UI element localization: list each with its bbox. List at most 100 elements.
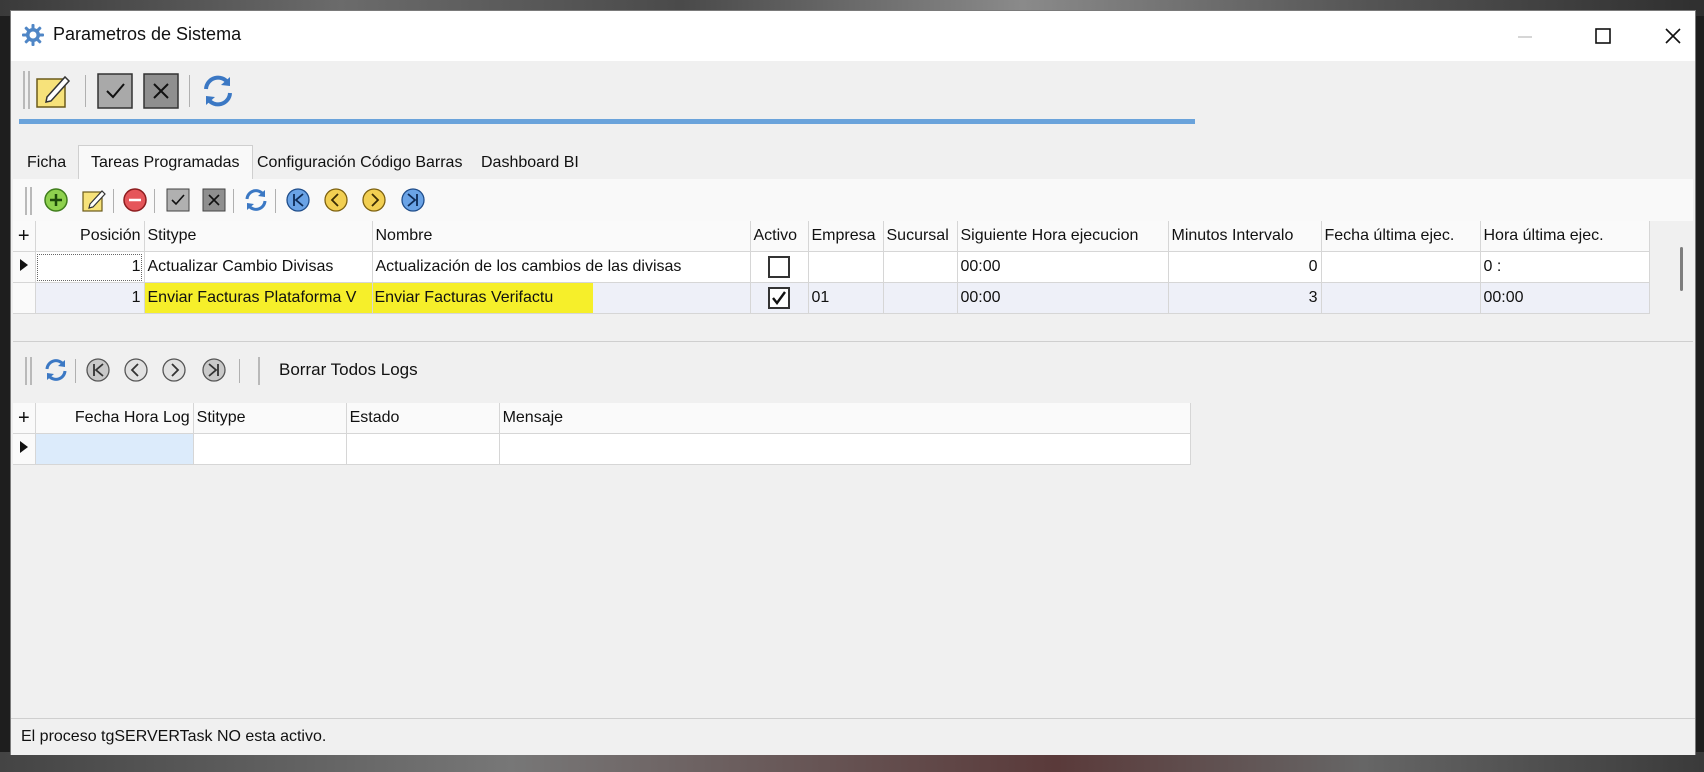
column-header-siguiente-hora[interactable]: Siguiente Hora ejecucion: [957, 221, 1169, 252]
cell-nombre[interactable]: Enviar Facturas Verifactu: [372, 282, 751, 314]
cancel-edit-button[interactable]: [201, 187, 227, 213]
triangle-right-icon: [19, 258, 28, 271]
add-column-button[interactable]: +: [13, 403, 36, 434]
desktop-background-bottom: [0, 752, 1704, 772]
refresh-button[interactable]: [199, 73, 235, 109]
log-first-button[interactable]: [85, 357, 111, 383]
cell-sucursal[interactable]: [883, 251, 958, 283]
cell-stitype[interactable]: Enviar Facturas Plataforma V: [144, 282, 373, 314]
toolbar-grip: [25, 357, 32, 385]
cell-hora-ultima[interactable]: 00:00: [1480, 282, 1650, 314]
cell-nombre[interactable]: Actualización de los cambios de las divi…: [372, 251, 751, 283]
log-prev-button[interactable]: [123, 357, 149, 383]
active-checkbox[interactable]: [768, 287, 790, 309]
column-header-empresa[interactable]: Empresa: [808, 221, 884, 252]
table-row[interactable]: 1 Actualizar Cambio Divisas Actualizació…: [13, 251, 1650, 283]
cell-fecha-hora-log[interactable]: [35, 433, 194, 465]
cell-fecha-ultima[interactable]: [1321, 282, 1481, 314]
grid-header-row: + Fecha Hora Log Stitype Estado Mensaje: [13, 403, 1192, 434]
vertical-scrollbar[interactable]: [1673, 221, 1693, 341]
add-column-button[interactable]: +: [13, 221, 36, 252]
refresh-log-button[interactable]: [43, 357, 69, 383]
prev-record-button[interactable]: [323, 187, 349, 213]
column-header-estado[interactable]: Estado: [346, 403, 500, 434]
refresh-grid-button[interactable]: [243, 187, 269, 213]
column-header-mensaje[interactable]: Mensaje: [499, 403, 1192, 434]
x-icon: [143, 73, 179, 109]
log-grid: + Fecha Hora Log Stitype Estado Mensaje: [13, 403, 1192, 465]
last-record-button[interactable]: [400, 187, 426, 213]
active-checkbox[interactable]: [768, 256, 790, 278]
tab-strip: Ficha Tareas Programadas Configuración C…: [11, 135, 1695, 179]
minus-icon: [123, 188, 147, 212]
column-header-minutos-intervalo[interactable]: Minutos Intervalo: [1168, 221, 1322, 252]
table-row[interactable]: [13, 433, 1192, 465]
edit-button[interactable]: [35, 73, 71, 109]
highlighted-text: Enviar Facturas Verifactu: [372, 283, 594, 313]
log-toolbar: Borrar Todos Logs: [13, 351, 1693, 391]
row-indicator: [13, 251, 36, 283]
toolbar-grip: [25, 187, 32, 215]
confirm-button[interactable]: [97, 73, 133, 109]
status-bar: El proceso tgSERVERTask NO esta activo.: [11, 718, 1695, 755]
toolbar-separator: [85, 75, 86, 107]
cell-hora-ultima[interactable]: 0 :: [1480, 251, 1650, 283]
cell-activo[interactable]: [750, 282, 809, 314]
window-title: Parametros de Sistema: [53, 24, 242, 44]
column-header-fecha-hora-log[interactable]: Fecha Hora Log: [35, 403, 194, 434]
first-icon: [86, 358, 110, 382]
column-header-nombre[interactable]: Nombre: [372, 221, 751, 252]
delete-button[interactable]: [122, 187, 148, 213]
add-button[interactable]: [43, 187, 69, 213]
log-next-button[interactable]: [161, 357, 187, 383]
delete-all-logs-button[interactable]: Borrar Todos Logs: [279, 360, 418, 380]
cell-minutos-intervalo[interactable]: 0: [1168, 251, 1322, 283]
close-button[interactable]: [1649, 19, 1697, 53]
cell-empresa[interactable]: 01: [808, 282, 884, 314]
toolbar-separator: [233, 189, 234, 213]
scrollbar-thumb[interactable]: [1680, 247, 1683, 291]
post-button[interactable]: [165, 187, 191, 213]
column-header-stitype[interactable]: Stitype: [193, 403, 347, 434]
cell-stitype[interactable]: [193, 433, 347, 465]
toolbar-grip: [23, 71, 30, 109]
first-record-button[interactable]: [285, 187, 311, 213]
column-header-activo[interactable]: Activo: [750, 221, 809, 252]
cell-posicion[interactable]: 1: [35, 251, 145, 283]
grid-header-row: + Posición Stitype Nombre Activo Empresa…: [13, 221, 1650, 252]
tab-tareas-programadas[interactable]: Tareas Programadas: [78, 145, 253, 179]
column-header-fecha-ultima[interactable]: Fecha última ejec.: [1321, 221, 1481, 252]
cell-siguiente-hora[interactable]: 00:00: [957, 251, 1169, 283]
cell-siguiente-hora[interactable]: 00:00: [957, 282, 1169, 314]
system-parameters-window: Parametros de Sistema Ficha Tareas Progr…: [10, 10, 1696, 755]
cancel-button[interactable]: [143, 73, 179, 109]
column-header-posicion[interactable]: Posición: [35, 221, 145, 252]
tab-configuracion-codigo-barras[interactable]: Configuración Código Barras: [245, 148, 474, 179]
cell-sucursal[interactable]: [883, 282, 958, 314]
table-row[interactable]: 1 Enviar Facturas Plataforma V Enviar Fa…: [13, 282, 1650, 314]
progress-bar: [19, 119, 1195, 124]
tab-ficha[interactable]: Ficha: [15, 148, 78, 179]
next-record-button[interactable]: [361, 187, 387, 213]
edit-record-button[interactable]: [81, 187, 107, 213]
chevron-left-icon: [324, 188, 348, 212]
column-header-sucursal[interactable]: Sucursal: [883, 221, 958, 252]
column-header-stitype[interactable]: Stitype: [144, 221, 373, 252]
maximize-button[interactable]: [1579, 19, 1627, 53]
cell-posicion[interactable]: 1: [35, 282, 145, 314]
cell-estado[interactable]: [346, 433, 500, 465]
log-last-button[interactable]: [201, 357, 227, 383]
toolbar-separator: [239, 359, 240, 383]
cell-stitype[interactable]: Actualizar Cambio Divisas: [144, 251, 373, 283]
cell-mensaje[interactable]: [499, 433, 1192, 465]
cell-minutos-intervalo[interactable]: 3: [1168, 282, 1322, 314]
minimize-button[interactable]: [1501, 19, 1549, 53]
refresh-icon: [245, 189, 267, 211]
column-header-hora-ultima[interactable]: Hora última ejec.: [1480, 221, 1650, 252]
cell-fecha-ultima[interactable]: [1321, 251, 1481, 283]
toolbar-separator: [189, 75, 190, 107]
edit-icon: [36, 75, 71, 108]
cell-activo[interactable]: [750, 251, 809, 283]
tab-dashboard-bi[interactable]: Dashboard BI: [469, 148, 591, 179]
cell-empresa[interactable]: [808, 251, 884, 283]
